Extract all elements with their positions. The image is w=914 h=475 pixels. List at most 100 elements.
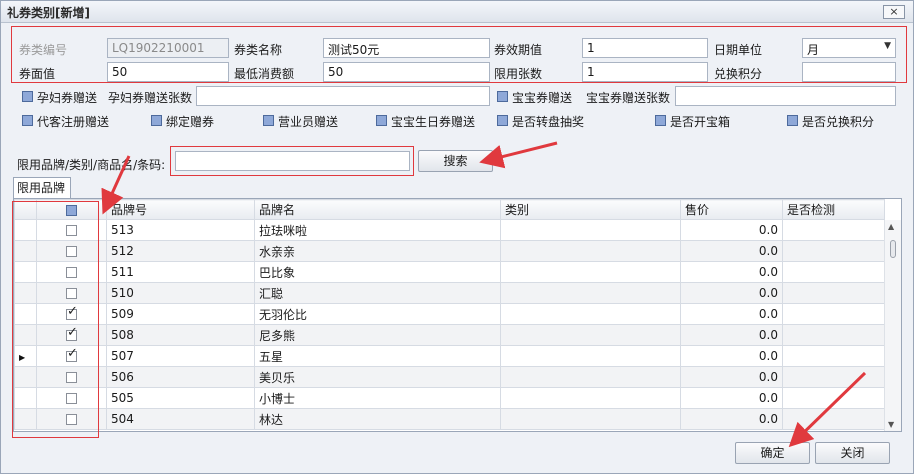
table-row[interactable]: 506 美贝乐 0.0	[14, 366, 885, 388]
brand-category[interactable]	[500, 219, 681, 241]
limit-count-field[interactable]: 1	[582, 62, 708, 82]
brand-name[interactable]: 无羽伦比	[254, 303, 501, 325]
brand-tested[interactable]	[782, 345, 885, 367]
brand-code[interactable]: 508	[106, 324, 255, 346]
min-spend-field[interactable]: 50	[323, 62, 490, 82]
brand-name[interactable]: 小博士	[254, 387, 501, 409]
brand-tested[interactable]	[782, 366, 885, 388]
brand-category[interactable]	[500, 366, 681, 388]
brand-name[interactable]: 林达	[254, 408, 501, 430]
column-header[interactable]: 品牌名	[254, 199, 501, 220]
brand-code[interactable]: 505	[106, 387, 255, 409]
pregnant-gift-count-label: 孕妇券赠送张数	[108, 91, 193, 105]
search-input[interactable]	[175, 151, 410, 171]
close-button[interactable]: 关闭	[815, 442, 890, 464]
brand-name[interactable]: 尼多熊	[254, 324, 501, 346]
table-row[interactable]: 512 水亲亲 0.0	[14, 240, 885, 262]
brand-grid: 品牌号 品牌名 类别 售价 是否检测 513 拉珐咪啦 0.0 512 水亲亲 0.0 51…	[13, 198, 902, 432]
brand-price[interactable]: 0.0	[680, 345, 783, 367]
baby-gift-checkbox[interactable]	[497, 91, 508, 102]
baby-gift-label: 宝宝券赠送	[512, 91, 573, 105]
scroll-up-icon[interactable]: ▲	[888, 222, 894, 231]
table-row[interactable]: 510 汇聪 0.0	[14, 282, 885, 304]
table-row[interactable]: 504 林达 0.0	[14, 408, 885, 430]
redeem-points-field[interactable]	[802, 62, 896, 82]
coupon-name-field[interactable]: 测试50元	[323, 38, 490, 58]
pregnant-gift-count-field[interactable]	[196, 86, 490, 106]
brand-category[interactable]	[500, 345, 681, 367]
scroll-down-icon[interactable]: ▼	[888, 420, 894, 429]
brand-name[interactable]: 汇聪	[254, 282, 501, 304]
baby-gift-count-field[interactable]	[675, 86, 896, 106]
brand-name[interactable]: 水亲亲	[254, 240, 501, 262]
brand-code[interactable]: 513	[106, 219, 255, 241]
brand-price[interactable]: 0.0	[680, 366, 783, 388]
date-unit-select[interactable]: 月 ▼	[802, 38, 896, 58]
option-checkbox[interactable]	[22, 115, 33, 126]
option-checkbox[interactable]	[376, 115, 387, 126]
brand-price[interactable]: 0.0	[680, 324, 783, 346]
brand-category[interactable]	[500, 408, 681, 430]
brand-category[interactable]	[500, 282, 681, 304]
brand-code[interactable]: 511	[106, 261, 255, 283]
brand-tested[interactable]	[782, 303, 885, 325]
brand-category[interactable]	[500, 240, 681, 262]
brand-tested[interactable]	[782, 387, 885, 409]
brand-code[interactable]: 509	[106, 303, 255, 325]
option-checkbox[interactable]	[497, 115, 508, 126]
brand-category[interactable]	[500, 324, 681, 346]
option-checkbox[interactable]	[655, 115, 666, 126]
table-row[interactable]: 511 巴比象 0.0	[14, 261, 885, 283]
tab-brands[interactable]: 限用品牌	[13, 177, 71, 199]
brand-price[interactable]: 0.0	[680, 282, 783, 304]
confirm-button[interactable]: 确定	[735, 442, 810, 464]
table-row[interactable]: 505 小博士 0.0	[14, 387, 885, 409]
brand-code[interactable]: 510	[106, 282, 255, 304]
brand-tested[interactable]	[782, 408, 885, 430]
column-header[interactable]: 是否检测	[782, 199, 885, 220]
scroll-thumb[interactable]	[890, 240, 896, 258]
search-button[interactable]: 搜索	[418, 150, 493, 172]
brand-name[interactable]: 五星	[254, 345, 501, 367]
option-checkbox[interactable]	[787, 115, 798, 126]
validity-label: 券效期值	[494, 43, 543, 57]
brand-price[interactable]: 0.0	[680, 387, 783, 409]
brand-tested[interactable]	[782, 219, 885, 241]
vertical-scrollbar[interactable]: ▲ ▼	[884, 220, 901, 431]
brand-price[interactable]: 0.0	[680, 408, 783, 430]
table-row[interactable]: 513 拉珐咪啦 0.0	[14, 219, 885, 241]
brand-tested[interactable]	[782, 282, 885, 304]
validity-field[interactable]: 1	[582, 38, 708, 58]
baby-gift-count-label: 宝宝券赠送张数	[586, 91, 671, 105]
table-row[interactable]: ▶ ✓ 507 五星 0.0	[14, 345, 885, 367]
column-header[interactable]: 品牌号	[106, 199, 255, 220]
option-label: 宝宝生日券赠送	[391, 115, 476, 129]
brand-tested[interactable]	[782, 261, 885, 283]
brand-tested[interactable]	[782, 240, 885, 262]
brand-name[interactable]: 拉珐咪啦	[254, 219, 501, 241]
column-header[interactable]: 类别	[500, 199, 681, 220]
column-header[interactable]: 售价	[680, 199, 783, 220]
brand-code[interactable]: 504	[106, 408, 255, 430]
brand-name[interactable]: 美贝乐	[254, 366, 501, 388]
brand-price[interactable]: 0.0	[680, 303, 783, 325]
brand-name[interactable]: 巴比象	[254, 261, 501, 283]
brand-code[interactable]: 512	[106, 240, 255, 262]
brand-category[interactable]	[500, 303, 681, 325]
brand-tested[interactable]	[782, 324, 885, 346]
table-row[interactable]: ✓ 508 尼多熊 0.0	[14, 324, 885, 346]
pregnant-gift-checkbox[interactable]	[22, 91, 33, 102]
brand-code[interactable]: 507	[106, 345, 255, 367]
close-window-button[interactable]: ×	[883, 5, 905, 19]
brand-price[interactable]: 0.0	[680, 240, 783, 262]
date-unit-label: 日期单位	[714, 43, 763, 57]
option-checkbox[interactable]	[263, 115, 274, 126]
brand-price[interactable]: 0.0	[680, 219, 783, 241]
brand-price[interactable]: 0.0	[680, 261, 783, 283]
face-value-field[interactable]: 50	[107, 62, 229, 82]
brand-category[interactable]	[500, 261, 681, 283]
table-row[interactable]: ✓ 509 无羽伦比 0.0	[14, 303, 885, 325]
brand-code[interactable]: 506	[106, 366, 255, 388]
brand-category[interactable]	[500, 387, 681, 409]
option-checkbox[interactable]	[151, 115, 162, 126]
